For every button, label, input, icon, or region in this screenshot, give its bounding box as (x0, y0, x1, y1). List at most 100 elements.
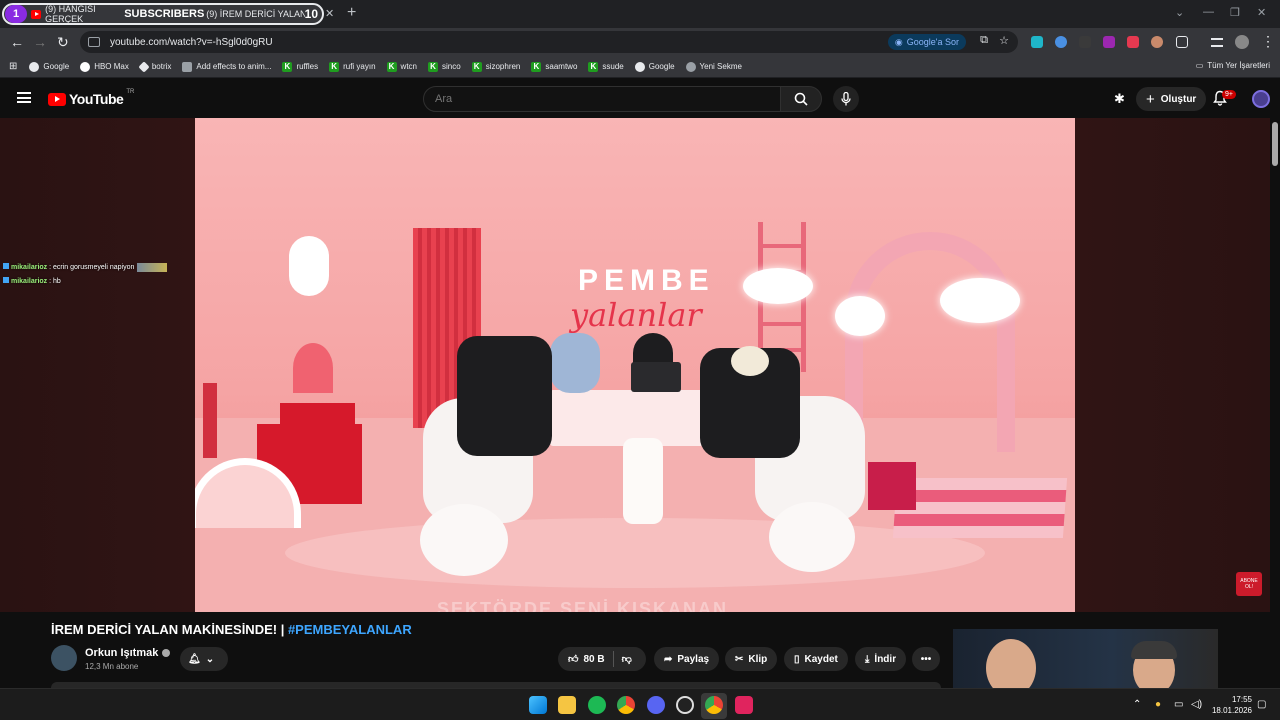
youtube-logo[interactable]: YouTube TR (48, 89, 134, 107)
bookmark-item[interactable]: Google (634, 61, 675, 72)
google-icon (29, 61, 40, 72)
spotify-icon[interactable] (588, 696, 606, 714)
bookmark-item[interactable]: Kruffles (282, 61, 318, 72)
subscribe-overlay-badge[interactable]: ABONE OL! (1236, 572, 1262, 596)
address-bar[interactable]: youtube.com/watch?v=-hSgl0d0gRU ◉ Google… (80, 31, 1018, 53)
voice-search-button[interactable] (833, 86, 859, 112)
video-scene-arch (845, 232, 1015, 452)
video-player[interactable]: PEMBE yalanlar SEKTÖRDE SENİ KISKANAN (195, 118, 1075, 612)
close-window-icon[interactable]: ✕ (1257, 6, 1266, 19)
network-icon[interactable]: ▭ (1174, 699, 1183, 710)
minimize-icon[interactable]: — (1203, 6, 1214, 18)
reading-list-icon[interactable] (1211, 38, 1223, 47)
hamburger-menu-icon[interactable] (17, 92, 31, 103)
extension-2-icon[interactable] (1055, 36, 1067, 48)
recommended-video-thumbnail[interactable] (953, 629, 1218, 688)
tray-chevron-icon[interactable]: ⌃ (1133, 699, 1141, 710)
subscribe-bell-button[interactable]: 🔔︎ ⌄ (180, 647, 228, 671)
tab-active[interactable]: 1 (9) HANGİSİ GERÇEK SUBSCRIBERS (9) İRE… (2, 3, 324, 25)
like-button[interactable]: 👍︎ 80 B (568, 653, 605, 666)
apps-grid-icon[interactable]: ⊞ (9, 61, 17, 72)
bookmark-label: Yeni Sekme (699, 62, 742, 71)
volume-icon[interactable]: ◁) (1191, 699, 1202, 710)
download-button[interactable]: ⤓ İndir (855, 647, 907, 671)
like-divider (612, 651, 614, 667)
bookmark-item[interactable]: Kssude (588, 61, 624, 72)
forward-icon[interactable]: → (33, 34, 47, 50)
youtube-studio-icon[interactable]: ✱ (1114, 91, 1125, 107)
bookmark-item[interactable]: Kwtcn (386, 61, 417, 72)
bookmark-item[interactable]: Google (29, 61, 69, 72)
maximize-icon[interactable]: ❐ (1230, 6, 1240, 19)
all-bookmarks-button[interactable]: ▭ Tüm Yer İşaretleri (1196, 61, 1270, 70)
bookmark-item[interactable]: Ksinco (428, 61, 461, 72)
reload-icon[interactable]: ↻ (57, 34, 69, 51)
menu-dots-icon[interactable]: ⋮ (1261, 33, 1275, 50)
video-scene-side-table (623, 438, 663, 524)
tab-close-icon[interactable]: ✕ (325, 7, 334, 20)
install-app-icon[interactable]: ⧉ (980, 34, 988, 47)
search-input[interactable] (423, 86, 781, 112)
save-button[interactable]: ▯ Kaydet (784, 647, 848, 671)
tab-title-bold: SUBSCRIBERS (124, 8, 205, 20)
extension-1-icon[interactable] (1031, 36, 1043, 48)
account-avatar[interactable] (1252, 90, 1270, 108)
bookmark-item[interactable]: Ksaamtwo (531, 61, 577, 72)
windows-start-icon[interactable] (529, 696, 547, 714)
create-button[interactable]: + Oluştur (1136, 87, 1207, 111)
channel-avatar[interactable] (51, 645, 77, 671)
dislike-button[interactable]: 👎︎ (622, 653, 632, 665)
video-scene-cloud (940, 278, 1020, 323)
video-person-3 (457, 336, 552, 456)
extension-4-icon[interactable] (1103, 36, 1115, 48)
site-info-icon[interactable] (88, 37, 100, 47)
chat-badge-icon (3, 263, 9, 269)
page-scrollbar[interactable] (1270, 118, 1280, 688)
extensions-puzzle-icon[interactable] (1176, 36, 1188, 48)
video-title-text: İREM DERİCİ YALAN MAKİNESİNDE! | (51, 622, 288, 637)
all-bookmarks-label: Tüm Yer İşaretleri (1207, 61, 1270, 70)
youtube-logo-text: YouTube (69, 91, 124, 107)
bookmark-star-icon[interactable]: ☆ (999, 34, 1009, 47)
mic-icon (841, 92, 851, 106)
new-tab-icon[interactable]: + (347, 4, 356, 22)
search-button[interactable] (780, 86, 822, 112)
chat-badge-icon (3, 277, 9, 283)
clip-button[interactable]: ✂ Klip (725, 647, 778, 671)
bookmark-item[interactable]: Krufi yayın (329, 61, 376, 72)
video-scene-ottoman (769, 502, 855, 572)
chat-username: mikailarioz (11, 264, 48, 271)
bookmark-item[interactable]: Add effects to anim... (182, 61, 271, 72)
scrollbar-thumb[interactable] (1272, 122, 1278, 166)
chevron-down-icon: ⌄ (205, 653, 215, 665)
google-sor-button[interactable]: ◉ Google'a Sor (887, 34, 966, 50)
discord-icon[interactable] (647, 696, 665, 714)
bookmark-item[interactable]: Yeni Sekme (685, 61, 742, 72)
file-explorer-icon[interactable] (558, 696, 576, 714)
more-actions-button[interactable]: ••• (912, 647, 940, 671)
extension-6-icon[interactable] (1151, 36, 1163, 48)
share-button[interactable]: ➦ Paylaş (654, 647, 720, 671)
notification-center-icon[interactable]: ▢ (1257, 699, 1266, 710)
bookmark-item[interactable]: botrix (138, 60, 171, 73)
app-pink-icon[interactable] (735, 696, 753, 714)
extension-3-icon[interactable] (1079, 36, 1091, 48)
bookmark-item[interactable]: Ksizophren (471, 61, 520, 72)
obs-icon[interactable] (676, 696, 694, 714)
chrome-active-icon[interactable] (705, 696, 723, 714)
tab-strip: 1 (9) HANGİSİ GERÇEK SUBSCRIBERS (9) İRE… (0, 0, 1280, 28)
video-scene-orca-decor (289, 236, 329, 296)
bookmark-item[interactable]: HBO Max (80, 61, 129, 72)
channel-name-link[interactable]: Orkun Işıtmak (85, 647, 171, 659)
tab-badge-left: 1 (5, 5, 28, 23)
tab-search-icon[interactable]: ⌄ (1175, 6, 1184, 19)
profile-icon[interactable] (1235, 35, 1249, 49)
thumbnail-cap (1131, 641, 1177, 659)
back-icon[interactable]: ← (10, 34, 24, 50)
video-hashtag-link[interactable]: #PEMBEYALANLAR (288, 622, 412, 637)
system-clock[interactable]: 17:55 18.01.2026 (1212, 694, 1252, 716)
download-label: İndir (874, 653, 897, 665)
chrome-icon[interactable] (617, 696, 635, 714)
tray-mic-icon[interactable]: ● (1155, 699, 1161, 710)
extension-5-icon[interactable] (1127, 36, 1139, 48)
